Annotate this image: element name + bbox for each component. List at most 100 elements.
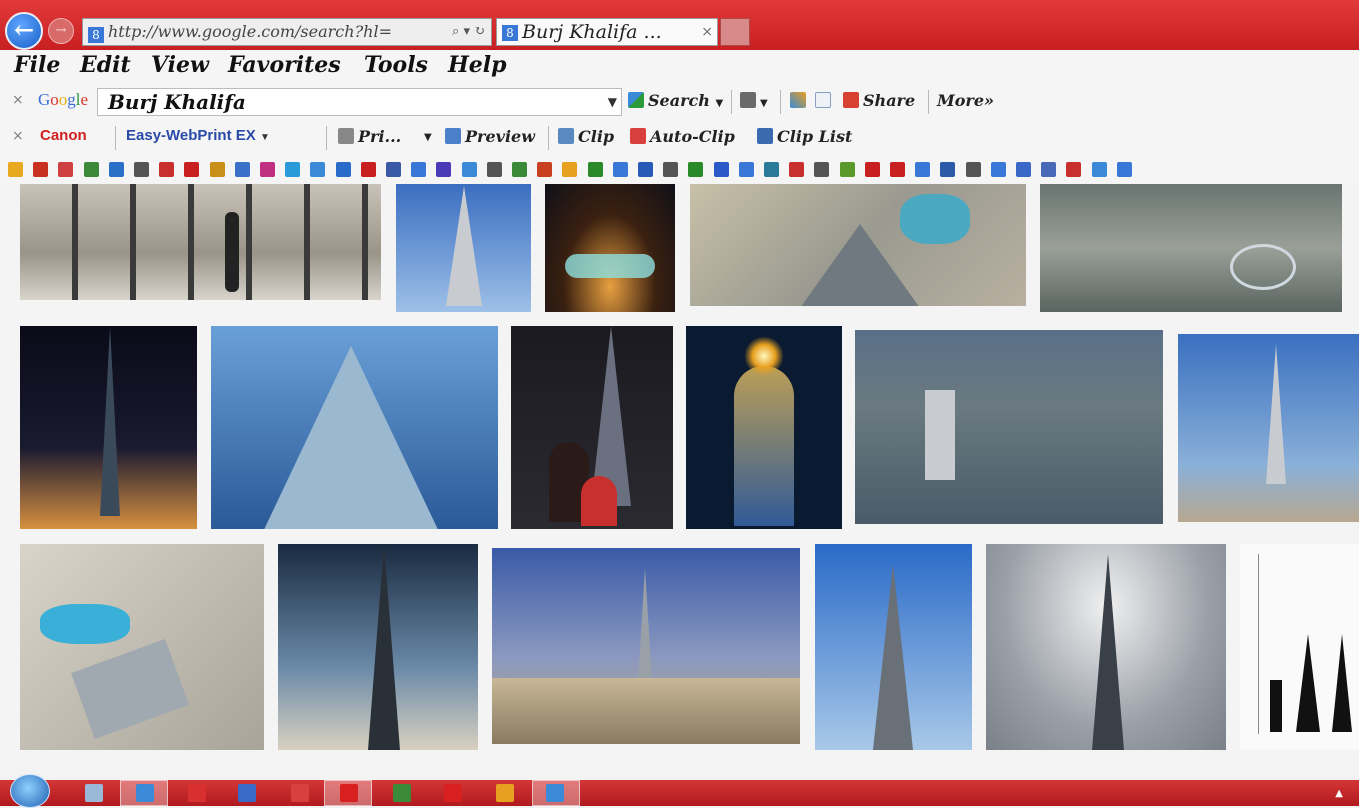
favorite-site-icon[interactable] (537, 162, 553, 177)
favorite-site-icon[interactable] (764, 162, 779, 177)
result-image[interactable] (20, 184, 381, 300)
address-bar[interactable]: 8 http://www.google.com/search?hl= ⌕ ▾ ↻ (82, 18, 492, 46)
result-image[interactable] (1178, 334, 1359, 522)
favorite-site-icon[interactable] (436, 162, 452, 177)
favorite-site-icon[interactable] (1016, 162, 1031, 177)
favorite-site-icon[interactable] (386, 162, 401, 177)
favorite-site-icon[interactable] (915, 162, 931, 177)
favorite-site-icon[interactable] (234, 162, 250, 177)
favorite-site-icon[interactable] (890, 162, 905, 177)
favorite-site-icon[interactable] (738, 162, 754, 177)
taskbar-app-icon[interactable] (340, 784, 358, 802)
result-image[interactable] (511, 326, 673, 529)
result-image[interactable] (396, 184, 531, 312)
favorite-site-icon[interactable] (285, 162, 301, 177)
result-image[interactable] (1240, 544, 1359, 750)
favorite-site-icon[interactable] (33, 162, 49, 177)
menu-favorites[interactable]: Favorites (228, 52, 341, 78)
favorite-site-icon[interactable] (1066, 162, 1082, 177)
favorite-site-icon[interactable] (83, 162, 99, 177)
favorite-site-icon[interactable] (814, 162, 830, 177)
result-image[interactable] (20, 544, 264, 750)
preview-button[interactable]: Preview (445, 127, 535, 146)
taskbar-app-icon[interactable] (444, 784, 462, 802)
favorite-site-icon[interactable] (360, 162, 376, 177)
favorite-site-icon[interactable] (108, 162, 124, 177)
share-button[interactable]: Share (843, 91, 915, 110)
taskbar-app-icon[interactable] (546, 784, 564, 802)
address-tools[interactable]: ⌕ ▾ ↻ (452, 19, 485, 45)
favorite-site-icon[interactable] (839, 162, 855, 177)
forward-button[interactable]: → (48, 18, 74, 44)
favorite-site-icon[interactable] (612, 162, 628, 177)
result-image[interactable] (686, 326, 842, 529)
new-tab-button[interactable] (720, 18, 750, 46)
mail-button[interactable] (815, 91, 835, 110)
canon-toolbar-close-icon[interactable]: × (12, 128, 24, 144)
page-button[interactable]: ▼ (740, 91, 768, 110)
print-button[interactable]: Pri... (338, 127, 401, 146)
favorite-site-icon[interactable] (688, 162, 704, 177)
favorite-site-icon[interactable] (562, 162, 578, 177)
menu-tools[interactable]: Tools (364, 52, 428, 78)
tab-burj-khalifa[interactable]: 8 Burj Khalifa ... × (496, 18, 718, 46)
favorite-site-icon[interactable] (8, 162, 23, 177)
menu-edit[interactable]: Edit (80, 52, 131, 78)
taskbar-app-icon[interactable] (291, 784, 309, 802)
favorite-site-icon[interactable] (486, 162, 502, 177)
result-image[interactable] (815, 544, 972, 750)
clip-list-button[interactable]: Clip List (757, 127, 852, 146)
auto-clip-button[interactable]: Auto-Clip (630, 127, 735, 146)
favorite-site-icon[interactable] (411, 162, 427, 177)
favorite-site-icon[interactable] (335, 162, 351, 177)
canon-logo[interactable]: Canon (40, 127, 87, 144)
result-image[interactable] (986, 544, 1226, 750)
clip-button[interactable]: Clip (558, 127, 614, 146)
result-image[interactable] (1040, 184, 1342, 312)
google-apps-button[interactable] (790, 91, 810, 110)
easy-webprint-button[interactable]: Easy-WebPrint EX ▼ (126, 127, 270, 144)
favorite-site-icon[interactable] (512, 162, 527, 177)
result-image[interactable] (492, 548, 800, 744)
result-image[interactable] (690, 184, 1026, 306)
favorite-site-icon[interactable] (990, 162, 1006, 177)
favorite-site-icon[interactable] (864, 162, 880, 177)
taskbar-app-icon[interactable] (496, 784, 514, 802)
result-image[interactable] (211, 326, 498, 529)
result-image[interactable] (278, 544, 478, 750)
google-toolbar-close-icon[interactable]: × (12, 92, 24, 108)
favorite-site-icon[interactable] (789, 162, 805, 177)
favorite-site-icon[interactable] (1091, 162, 1107, 177)
taskbar-app-icon[interactable] (393, 784, 411, 802)
result-image[interactable] (20, 326, 197, 529)
menu-file[interactable]: File (14, 52, 60, 78)
favorite-site-icon[interactable] (134, 162, 149, 177)
chevron-down-icon[interactable]: ▼ (608, 89, 617, 115)
taskbar-app-icon[interactable] (85, 784, 103, 802)
favorite-site-icon[interactable] (310, 162, 326, 177)
back-button[interactable]: ← (5, 12, 43, 50)
result-image[interactable] (855, 330, 1163, 524)
favorite-site-icon[interactable] (209, 162, 225, 177)
favorite-site-icon[interactable] (965, 162, 981, 177)
favorite-site-icon[interactable] (587, 162, 603, 177)
menu-view[interactable]: View (151, 52, 209, 78)
favorite-site-icon[interactable] (58, 162, 74, 177)
google-logo[interactable]: Google (38, 90, 88, 110)
tab-close-icon[interactable]: × (701, 19, 713, 45)
print-dropdown[interactable]: ▼ (424, 132, 432, 143)
taskbar-app-icon[interactable] (188, 784, 206, 802)
favorite-site-icon[interactable] (184, 162, 200, 177)
favorite-site-icon[interactable] (1041, 162, 1057, 177)
menu-help[interactable]: Help (448, 52, 507, 78)
favorite-site-icon[interactable] (663, 162, 679, 177)
tray-expand-icon[interactable]: ▲ (1335, 788, 1343, 799)
taskbar-app-icon[interactable] (238, 784, 256, 802)
favorite-site-icon[interactable] (638, 162, 653, 177)
result-image[interactable] (545, 184, 675, 312)
taskbar-app-icon[interactable] (136, 784, 154, 802)
favorite-site-icon[interactable] (940, 162, 956, 177)
google-search-button[interactable]: Search ▼ (628, 91, 723, 110)
favorite-site-icon[interactable] (713, 162, 729, 177)
more-button[interactable]: More» (937, 91, 994, 110)
